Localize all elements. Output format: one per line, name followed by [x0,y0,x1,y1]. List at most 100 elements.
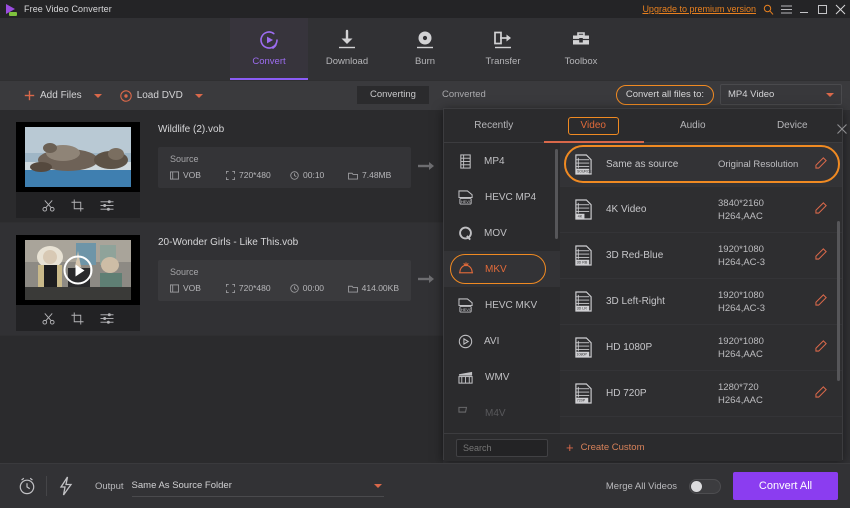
preset-row-4k-video[interactable]: 4K 4K Video 3840*2160 H264,AAC [560,187,842,233]
crop-icon[interactable] [71,198,84,212]
nav-item-convert[interactable]: Convert [230,18,308,80]
file-resolution: 720*480 [225,283,290,293]
m4v-icon [458,406,468,413]
edit-preset-icon[interactable] [815,339,828,357]
tab-converting[interactable]: Converting [357,86,429,104]
nav-label: Transfer [485,56,521,67]
preset-codec: H264,AAC [718,348,763,360]
tab-video[interactable]: Video [544,109,644,142]
upgrade-link[interactable]: Upgrade to premium version [642,4,756,14]
effects-icon[interactable] [100,199,114,212]
preset-row-3d-left-right[interactable]: 3D LR 3D Left-Right 1920*1080 H264,AC-3 [560,279,842,325]
effects-icon[interactable] [100,312,114,325]
edit-preset-icon[interactable] [815,201,828,219]
search-input[interactable] [456,438,548,457]
minimize-icon[interactable] [799,4,810,15]
load-dvd-button[interactable]: Load DVD [119,89,183,102]
file-format: VOB [170,283,226,293]
preset-name: HD 1080P [606,342,653,353]
tab-converted[interactable]: Converted [429,86,499,104]
nav-item-download[interactable]: Download [308,18,386,80]
add-files-button[interactable]: Add Files [24,90,82,101]
file-info: Wildlife (2).vob Source VOB 720*480 00:1… [158,122,443,222]
folder-icon [347,285,358,293]
preset-row-hd-1080p[interactable]: 1080P HD 1080P 1920*1080 H264,AAC [560,325,842,371]
crop-icon[interactable] [71,311,84,325]
edit-preset-icon[interactable] [815,293,828,311]
trim-icon[interactable] [42,312,55,325]
format-item-mp4[interactable]: MP4 [444,143,560,179]
nav-item-toolbox[interactable]: Toolbox [542,18,620,80]
app-window: Free Video Converter Upgrade to premium … [0,0,850,508]
preset-row-same-as-source[interactable]: SOURCE Same as source Original Resolutio… [560,143,842,187]
convert-all-to-group: Convert all files to: MP4 Video [615,84,842,105]
load-dvd-dropdown-caret[interactable] [194,93,203,98]
download-icon [335,27,359,53]
preset-resolution: Original Resolution [718,159,799,170]
convert-all-to-select[interactable]: MP4 Video [720,84,842,105]
chevron-down-icon[interactable] [826,92,834,97]
transfer-icon [491,27,515,53]
burn-icon [413,27,437,53]
nav-label: Download [325,56,369,67]
file-thumbnail[interactable] [16,122,140,192]
source-label: Source [170,154,199,164]
edit-preset-icon[interactable] [815,385,828,403]
format-item-wmv[interactable]: WMV [444,359,560,395]
add-files-label: Add Files [40,90,82,101]
nav-item-burn[interactable]: Burn [386,18,464,80]
converting-converted-tabs: Converting Converted [357,86,499,104]
maximize-icon[interactable] [817,4,828,15]
svg-text:4K: 4K [577,215,582,219]
chevron-down-icon[interactable] [373,483,382,488]
format-list-scrollbar[interactable] [555,149,558,239]
preset-spec: 1920*1080 H264,AC-3 [718,243,815,269]
merge-all-videos-toggle[interactable] [689,478,721,494]
edit-preset-icon[interactable] [815,247,828,265]
convert-all-button[interactable]: Convert All [733,472,838,500]
nav-label: Convert [252,56,286,67]
format-item-mkv[interactable]: MKV [444,251,560,287]
format-item-m4v[interactable]: M4V [444,395,560,431]
scheduler-icon[interactable] [12,476,42,496]
file-duration: 00:00 [290,283,348,293]
table-row[interactable]: 20-Wonder Girls - Like This.vob Source V… [0,223,443,336]
tab-recently[interactable]: Recently [444,109,544,142]
preset-icon-4k: 4K [572,199,594,220]
preset-resolution: 1920*1080 [718,243,764,255]
preset-codec: H264,AC-3 [718,302,765,314]
play-icon[interactable] [63,255,93,285]
format-item-hevc-mkv[interactable]: HEVC HEVC MKV [444,287,560,323]
add-files-dropdown-caret[interactable] [93,93,102,98]
tab-audio[interactable]: Audio [643,109,743,142]
tab-device[interactable]: Device [743,109,843,142]
file-thumbnail[interactable] [16,235,140,305]
main-nav: Convert Download Burn Transfer Toolbox [0,18,850,80]
file-name: Wildlife (2).vob [158,124,225,135]
preset-list-scrollbar[interactable] [837,221,840,381]
search-icon[interactable] [763,4,774,15]
format-item-hevc-mp4[interactable]: HEVC HEVC MP4 [444,179,560,215]
high-speed-icon[interactable] [51,476,81,496]
nav-item-transfer[interactable]: Transfer [464,18,542,80]
format-item-avi[interactable]: AVI [444,323,560,359]
preset-name: 4K Video [606,204,647,215]
preset-row-3d-red-blue[interactable]: 3D RB 3D Red-Blue 1920*1080 H264,AC-3 [560,233,842,279]
create-custom-button[interactable]: + Create Custom [566,441,644,454]
edit-preset-icon[interactable] [815,156,828,174]
hevc-mkv-icon: HEVC [458,297,473,313]
menu-icon[interactable] [781,4,792,15]
trim-icon[interactable] [42,199,55,212]
thumbnail-image [16,122,140,192]
format-item-mov[interactable]: MOV [444,215,560,251]
output-path-select[interactable]: Same As Source Folder [131,475,384,497]
preset-row-hd-720p[interactable]: 720P HD 720P 1280*720 H264,AAC [560,371,842,417]
hevc-mp4-icon: HEVC [458,189,473,205]
close-icon[interactable] [835,4,846,15]
file-size: 414.00KB [347,283,399,293]
bottom-bar-right: Merge All Videos Convert All [606,472,838,500]
preset-icon-source: SOURCE [572,154,594,175]
output-path-value: Same As Source Folder [131,480,232,491]
close-panel-icon[interactable] [836,122,848,134]
table-row[interactable]: Wildlife (2).vob Source VOB 720*480 00:1… [0,110,443,223]
